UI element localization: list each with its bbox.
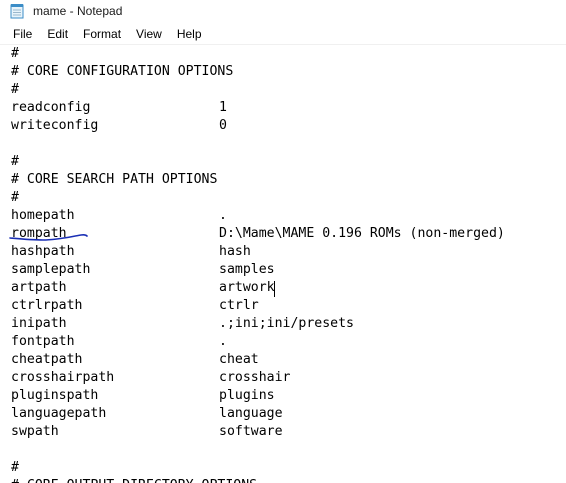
- line-key: #: [11, 460, 19, 475]
- text-line: [11, 441, 561, 459]
- text-line: writeconfig 0: [11, 117, 561, 135]
- text-line: #: [11, 459, 561, 477]
- menu-view[interactable]: View: [129, 24, 169, 44]
- text-line: #: [11, 153, 561, 171]
- line-key: crosshairpath: [11, 370, 115, 385]
- text-line: ctrlrpath ctrlr: [11, 297, 561, 315]
- text-line: crosshairpath crosshair: [11, 369, 561, 387]
- notepad-icon: [10, 3, 24, 19]
- line-key: #: [11, 154, 19, 169]
- line-value: plugins: [219, 388, 275, 403]
- menu-format[interactable]: Format: [76, 24, 128, 44]
- line-key: fontpath: [11, 334, 75, 349]
- menu-file[interactable]: File: [6, 24, 39, 44]
- line-key: #: [11, 190, 19, 205]
- text-line: rompath D:\Mame\MAME 0.196 ROMs (non-merg…: [11, 225, 561, 243]
- line-key: # CORE SEARCH PATH OPTIONS: [11, 172, 218, 187]
- text-line: #: [11, 189, 561, 207]
- line-key: readconfig: [11, 100, 91, 115]
- line-key: #: [11, 82, 19, 97]
- text-line: #: [11, 81, 561, 99]
- text-line: fontpath.: [11, 333, 561, 351]
- line-key: ctrlrpath: [11, 298, 83, 313]
- menu-bar: File Edit Format View Help: [0, 24, 566, 44]
- line-key: inipath: [11, 316, 67, 331]
- title-bar: mame - Notepad: [0, 0, 566, 22]
- line-key: writeconfig: [11, 118, 99, 133]
- line-value: .;ini;ini/presets: [219, 316, 354, 331]
- text-line: homepath.: [11, 207, 561, 225]
- line-value: 0: [219, 118, 227, 133]
- menu-help[interactable]: Help: [170, 24, 209, 44]
- menu-edit[interactable]: Edit: [40, 24, 75, 44]
- text-line: hashpath hash: [11, 243, 561, 261]
- text-line: # CORE SEARCH PATH OPTIONS: [11, 171, 561, 189]
- text-line: languagepath language: [11, 405, 561, 423]
- line-value: 1: [219, 100, 227, 115]
- window-title: mame - Notepad: [33, 4, 123, 18]
- text-line: # CORE OUTPUT DIRECTORY OPTIONS: [11, 477, 561, 483]
- text-line: artpath artwork: [11, 279, 561, 297]
- line-value: language: [219, 406, 283, 421]
- text-line: inipath .;ini;ini/presets: [11, 315, 561, 333]
- text-line: swpath software: [11, 423, 561, 441]
- line-key: languagepath: [11, 406, 107, 421]
- text-line: pluginspath plugins: [11, 387, 561, 405]
- line-key: # CORE OUTPUT DIRECTORY OPTIONS: [11, 477, 257, 483]
- text-line: samplepath samples: [11, 261, 561, 279]
- line-key: #: [11, 46, 19, 61]
- line-value: D:\Mame\MAME 0.196 ROMs (non-merged): [219, 226, 505, 241]
- line-value: ctrlr: [219, 298, 259, 313]
- line-key: artpath: [11, 280, 67, 295]
- line-key: swpath: [11, 424, 59, 439]
- line-key: homepath: [11, 208, 75, 223]
- line-key: cheatpath: [11, 352, 83, 367]
- text-caret: [274, 281, 275, 297]
- line-value: cheat: [219, 352, 259, 367]
- text-line: [11, 135, 561, 153]
- line-key: # CORE CONFIGURATION OPTIONS: [11, 64, 234, 79]
- text-line: #: [11, 45, 561, 63]
- line-value: samples: [219, 262, 275, 277]
- handdrawn-underline: [9, 234, 88, 241]
- line-value: artwork: [219, 280, 275, 295]
- line-value: hash: [219, 244, 251, 259]
- line-value: software: [219, 424, 283, 439]
- text-line: readconfig 1: [11, 99, 561, 117]
- line-key: hashpath: [11, 244, 75, 259]
- line-key: pluginspath: [11, 388, 99, 403]
- text-line: # CORE CONFIGURATION OPTIONS: [11, 63, 561, 81]
- text-editor[interactable]: # # CORE CONFIGURATION OPTIONS # readconfig…: [0, 45, 566, 483]
- text-line: cheatpath cheat: [11, 351, 561, 369]
- line-value: crosshair: [219, 370, 291, 385]
- line-value: .: [219, 334, 227, 349]
- line-key: samplepath: [11, 262, 91, 277]
- line-value: .: [219, 208, 227, 223]
